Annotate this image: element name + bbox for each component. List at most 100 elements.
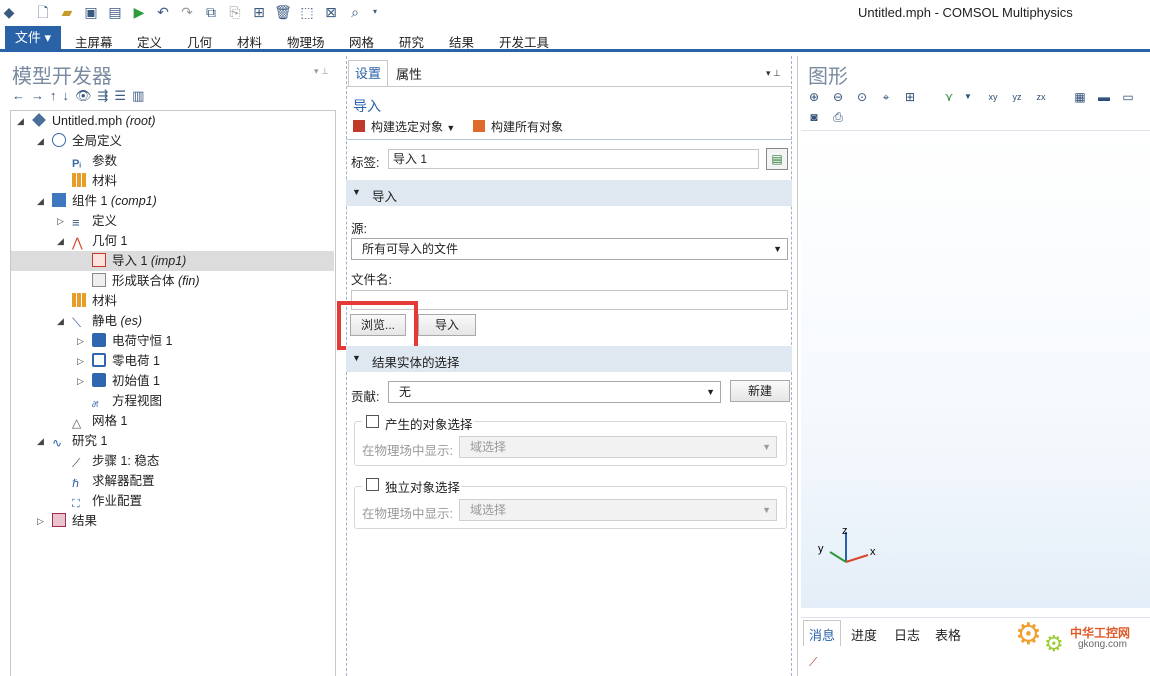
save-as-icon[interactable]: ▤ — [106, 3, 124, 21]
panel-menu-icon[interactable]: ▾ ⊥ — [314, 66, 329, 77]
tree-item-charge-conservation[interactable]: 电荷守恒 1 — [92, 331, 172, 351]
new-file-icon[interactable]: 🗋 — [34, 3, 52, 21]
view-axes-icon[interactable]: ⋎ — [940, 88, 958, 106]
tree-item-study[interactable]: ∿ 研究 1 — [52, 431, 107, 451]
view-yz-icon[interactable]: yz — [1008, 88, 1026, 106]
tree-expander[interactable]: ◢ — [17, 111, 24, 131]
import-button[interactable]: 导入 — [418, 314, 476, 336]
up-arrow-icon[interactable]: ↑ — [50, 88, 63, 103]
tree-expander[interactable]: ◢ — [37, 191, 44, 211]
file-menu[interactable]: 文件 ▾ — [5, 26, 61, 49]
source-select[interactable]: 所有可导入的文件 ▼ — [351, 238, 788, 260]
tab-table[interactable]: 表格 — [935, 625, 961, 644]
show-in-physics-select[interactable]: 域选择 ▼ — [459, 436, 777, 458]
view-zx-icon[interactable]: zx — [1032, 88, 1050, 106]
tree-expander[interactable]: ◢ — [57, 311, 64, 331]
tree-item-step-stationary[interactable]: ⟋ 步骤 1: 稳态 — [72, 451, 159, 471]
tab-study[interactable]: 研究 — [399, 32, 424, 51]
tree-item-component[interactable]: 组件 1 (comp1) — [52, 191, 157, 211]
resulting-selection-checkbox[interactable] — [366, 415, 379, 428]
collapse-icon[interactable]: ☰ — [114, 88, 132, 103]
zoom-out-icon[interactable]: ⊖ — [829, 88, 847, 106]
comment-icon[interactable]: ▤ — [766, 148, 788, 170]
undo-icon[interactable]: ↶ — [154, 3, 172, 21]
section-result-selection[interactable]: ▼ 结果实体的选择 — [346, 346, 792, 372]
view-xy-icon[interactable]: xy — [984, 88, 1002, 106]
tab-results[interactable]: 结果 — [449, 32, 474, 51]
copy-icon[interactable]: ⧉ — [202, 3, 220, 21]
tree-item-parameters[interactable]: Pᵢ 参数 — [72, 151, 117, 171]
paste-icon[interactable]: ⎘ — [226, 3, 244, 21]
show-icon[interactable]: 👁 — [75, 88, 98, 103]
forward-arrow-icon[interactable]: → — [31, 88, 50, 103]
tree-expander[interactable]: ◢ — [37, 431, 44, 451]
tree-menu-icon[interactable]: ▥ — [132, 88, 150, 103]
tree-item-initial-values[interactable]: 初始值 1 — [92, 371, 160, 391]
tab-developer[interactable]: 开发工具 — [499, 32, 549, 51]
tree-expander[interactable]: ▷ — [57, 211, 64, 231]
tab-physics[interactable]: 物理场 — [287, 32, 325, 51]
tree-expander[interactable]: ◢ — [57, 231, 64, 251]
tree-item-electrostatics[interactable]: ⟍ 静电 (es) — [72, 311, 142, 331]
clear-select-icon[interactable]: ⊠ — [322, 3, 340, 21]
tree-item-results[interactable]: 结果 — [52, 511, 97, 531]
zoom-box-icon[interactable]: ⊙ — [853, 88, 871, 106]
zoom-selected-icon[interactable]: ⌖ — [877, 88, 895, 106]
run-icon[interactable]: ▶ — [130, 3, 148, 21]
render-icon[interactable]: ▬ — [1095, 88, 1113, 106]
tree-expander[interactable]: ▷ — [77, 351, 84, 371]
tab-materials[interactable]: 材料 — [237, 32, 262, 51]
delete-icon[interactable]: 🗑 — [274, 3, 292, 21]
tree-item-geometry[interactable]: ⋀ 几何 1 — [72, 231, 127, 251]
save-icon[interactable]: ▣ — [82, 3, 100, 21]
tree-item-import[interactable]: 导入 1 (imp1) — [92, 251, 186, 271]
section-import[interactable]: ▼ 导入 — [346, 180, 792, 206]
build-all-button[interactable]: 构建所有对象 — [473, 118, 563, 135]
tab-log[interactable]: 日志 — [894, 625, 920, 644]
label-input[interactable]: 导入 1 — [388, 149, 759, 169]
chevron-down-icon[interactable]: ▼ — [959, 88, 977, 106]
tab-definitions[interactable]: 定义 — [137, 32, 162, 51]
tree-item-global-definitions[interactable]: 全局定义 — [52, 131, 122, 151]
down-arrow-icon[interactable]: ↓ — [63, 88, 76, 103]
new-button[interactable]: 新建 — [730, 380, 790, 402]
select-icon[interactable]: ⬚ — [298, 3, 316, 21]
print-icon[interactable]: ⎙ — [829, 108, 847, 126]
tab-home[interactable]: 主屏幕 — [75, 32, 113, 51]
tree-item-job-configurations[interactable]: ⛶ 作业配置 — [72, 491, 142, 511]
clear-messages-icon[interactable]: ⟋ — [809, 655, 817, 670]
zoom-extents-icon[interactable]: ⊞ — [901, 88, 919, 106]
tree-expander[interactable]: ▷ — [77, 371, 84, 391]
tree-item-definitions[interactable]: ≡ 定义 — [72, 211, 117, 231]
build-selected-button[interactable]: 构建选定对象 ▼ — [353, 118, 455, 135]
tree-item-materials[interactable]: 材料 — [72, 291, 117, 311]
tab-progress[interactable]: 进度 — [851, 625, 877, 644]
show-in-physics-select[interactable]: 域选择 ▼ — [459, 499, 777, 521]
tree-item-root[interactable]: Untitled.mph (root) — [32, 111, 156, 131]
chevron-down-icon[interactable]: ▼ — [446, 123, 455, 133]
wireframe-icon[interactable]: ▦ — [1071, 88, 1089, 106]
standalone-selection-checkbox[interactable] — [366, 478, 379, 491]
find-icon[interactable]: ⌕ — [346, 3, 364, 21]
back-arrow-icon[interactable]: ← — [12, 88, 31, 103]
tree-expander[interactable]: ▷ — [77, 331, 84, 351]
tree-expander[interactable]: ▷ — [37, 511, 44, 531]
tree-expander[interactable]: ◢ — [37, 131, 44, 151]
tree-item-equation-view[interactable]: ∂f 方程视图 — [92, 391, 162, 411]
tab-geometry[interactable]: 几何 — [187, 32, 212, 51]
open-folder-icon[interactable]: ▰ — [58, 3, 76, 21]
duplicate-icon[interactable]: ⊞ — [250, 3, 268, 21]
tree-item-zero-charge[interactable]: 零电荷 1 — [92, 351, 160, 371]
tab-settings[interactable]: 设置 — [348, 60, 388, 86]
zoom-in-icon[interactable]: ⊕ — [805, 88, 823, 106]
tab-properties[interactable]: 属性 — [396, 64, 422, 83]
customize-dropdown-icon[interactable]: ▾ — [366, 3, 384, 21]
tab-messages[interactable]: 消息 — [809, 625, 835, 644]
tree-item-form-union[interactable]: 形成联合体 (fin) — [92, 271, 200, 291]
redo-icon[interactable]: ↷ — [178, 3, 196, 21]
tree-item-mesh[interactable]: △ 网格 1 — [72, 411, 127, 431]
panel-menu-icon[interactable]: ▾ ⊥ — [766, 68, 781, 79]
tree-item-global-materials[interactable]: 材料 — [72, 171, 117, 191]
camera-icon[interactable]: ◙ — [805, 108, 823, 126]
tab-mesh[interactable]: 网格 — [349, 32, 374, 51]
